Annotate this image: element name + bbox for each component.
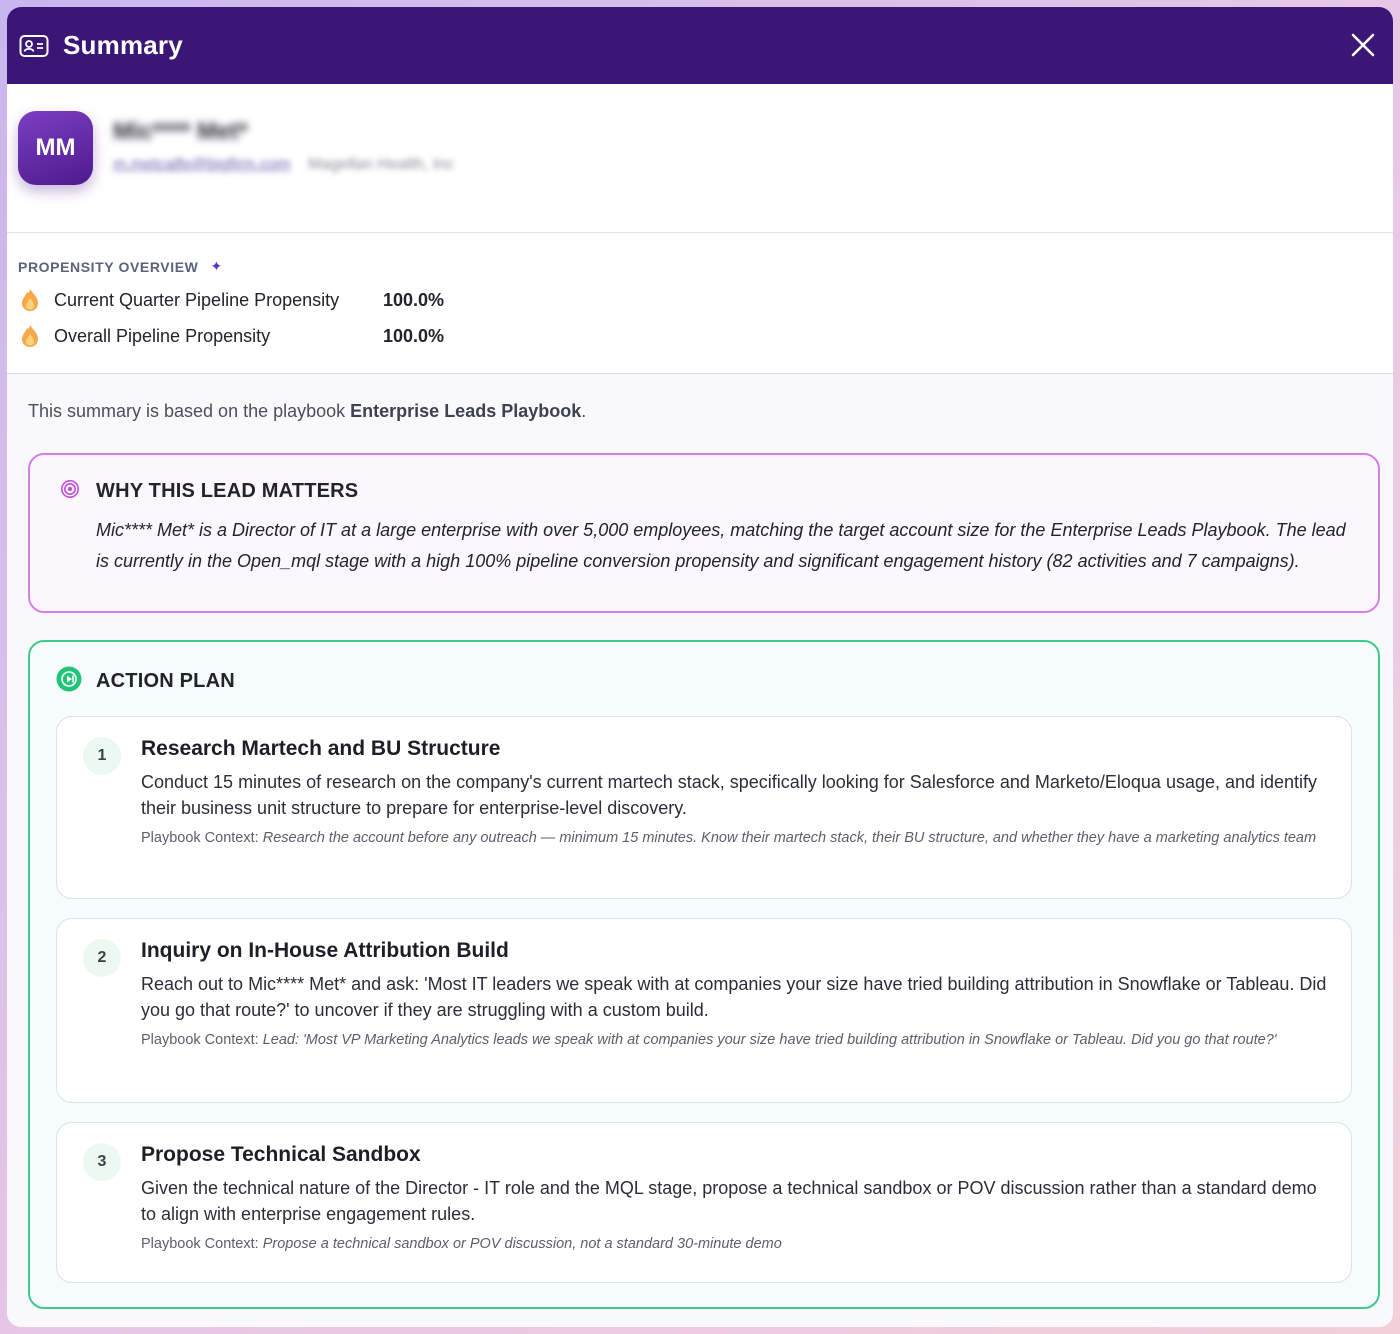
step-context: Playbook Context: Research the account b… (141, 827, 1327, 849)
action-plan-card: ACTION PLAN 1 Research Martech and BU St… (28, 640, 1380, 1309)
panel-header: Summary (7, 7, 1393, 84)
close-icon[interactable] (1350, 32, 1376, 58)
step-number: 2 (83, 939, 121, 977)
summary-content: This summary is based on the playbook En… (7, 374, 1393, 1327)
close-button[interactable] (1343, 25, 1383, 65)
sparkle-icon: ✦ (210, 258, 223, 274)
step-context: Playbook Context: Lead: 'Most VP Marketi… (141, 1029, 1327, 1051)
step-context: Playbook Context: Propose a technical sa… (141, 1233, 1327, 1255)
panel-title: Summary (63, 30, 183, 60)
step-description: Conduct 15 minutes of research on the co… (141, 772, 1318, 818)
playbook-name: Enterprise Leads Playbook (350, 401, 582, 421)
contact-card-icon (19, 34, 49, 58)
step-description: Given the technical nature of the Direct… (141, 1178, 1317, 1224)
lead-name: Mic**** Met* (113, 118, 248, 145)
why-body: Mic**** Met* is a Director of IT at a la… (96, 520, 1346, 571)
context-text: Propose a technical sandbox or POV discu… (262, 1236, 782, 1252)
propensity-overview: PROPENSITY OVERVIEW ✦ Current Quarter Pi… (7, 233, 1393, 374)
avatar: MM (18, 111, 93, 185)
target-icon (60, 479, 80, 504)
propensity-value: 100.0% (383, 325, 445, 346)
step-title: Research Martech and BU Structure (141, 737, 501, 760)
action-plan-title: ACTION PLAN (96, 670, 235, 692)
lead-email-link[interactable]: m.metcalfe@bigfirm.com (113, 156, 290, 174)
step-description: Reach out to Mic**** Met* and ask: 'Most… (141, 974, 1327, 1020)
propensity-label: Current Quarter Pipeline Propensity (54, 289, 340, 310)
context-label: Playbook Context: (141, 1236, 259, 1252)
why-title: WHY THIS LEAD MATTERS (96, 480, 359, 502)
step-title: Inquiry on In-House Attribution Build (141, 939, 509, 962)
why-lead-matters-card: WHY THIS LEAD MATTERS Mic**** Met* is a … (28, 453, 1380, 613)
context-text: Research the account before any outreach… (262, 830, 1317, 846)
lead-company: Magellan Health, Inc (308, 156, 455, 173)
context-label: Playbook Context: (141, 830, 259, 846)
action-step: 1 Research Martech and BU Structure Cond… (56, 716, 1352, 899)
context-label: Playbook Context: (141, 1032, 259, 1048)
step-title: Propose Technical Sandbox (141, 1143, 421, 1166)
playbook-note-prefix: This summary is based on the playbook (28, 401, 351, 421)
step-number: 3 (83, 1143, 121, 1181)
flame-icon (18, 324, 42, 348)
flame-icon (18, 288, 42, 312)
propensity-value: 100.0% (383, 289, 445, 310)
summary-panel: Summary MM Mic**** Met* m.metcalfe@bigfi… (7, 7, 1393, 1327)
context-text: Lead: 'Most VP Marketing Analytics leads… (262, 1032, 1277, 1048)
lead-profile: MM Mic**** Met* m.metcalfe@bigfirm.com M… (7, 84, 1393, 233)
playbook-note-suffix: . (581, 401, 587, 421)
playbook-note: This summary is based on the playbook En… (28, 401, 1380, 422)
action-step: 2 Inquiry on In-House Attribution Build … (56, 918, 1352, 1103)
propensity-row: Current Quarter Pipeline Propensity 100.… (18, 288, 1393, 312)
propensity-heading: PROPENSITY OVERVIEW (18, 258, 199, 275)
action-play-icon (56, 666, 82, 697)
step-number: 1 (83, 737, 121, 775)
propensity-label: Overall Pipeline Propensity (54, 325, 271, 346)
propensity-row: Overall Pipeline Propensity 100.0% (18, 324, 1393, 348)
action-step: 3 Propose Technical Sandbox Given the te… (56, 1122, 1352, 1283)
